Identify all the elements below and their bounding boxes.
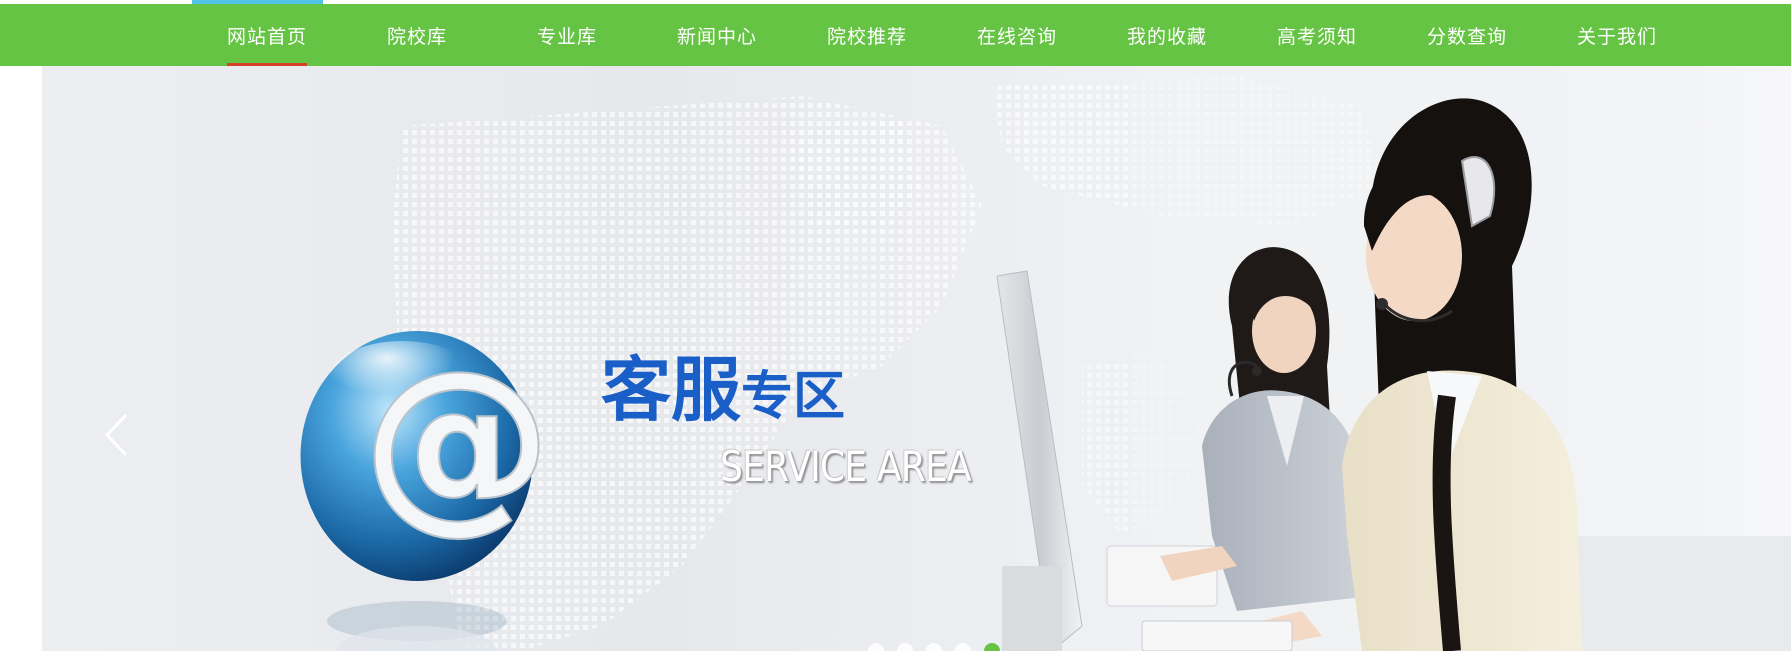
page: 网站首页 院校库 专业库 新闻中心 院校推荐 在线咨询 我的收藏 高考须知 分数…	[0, 0, 1791, 651]
nav-label: 高考须知	[1276, 25, 1357, 48]
banner-illustration: @	[300, 66, 1791, 651]
nav-item-home[interactable]: 网站首页	[192, 4, 342, 66]
nav-label: 院校库	[386, 25, 447, 48]
carousel-dot-active[interactable]	[984, 643, 1000, 651]
banner-title: 客服专区	[601, 334, 845, 435]
hero-banner-carousel[interactable]: @ 客服专区 SERVICE AREA	[42, 66, 1791, 651]
nav-item-consult[interactable]: 在线咨询	[942, 4, 1092, 66]
carousel-dot[interactable]	[926, 643, 942, 651]
nav-label: 我的收藏	[1126, 25, 1207, 48]
carousel-dot[interactable]	[868, 643, 884, 651]
at-symbol-glyph: @	[362, 330, 552, 551]
carousel-dot[interactable]	[897, 643, 913, 651]
carousel-dot[interactable]	[955, 643, 971, 651]
nav-item-score-query[interactable]: 分数查询	[1392, 4, 1542, 66]
nav-item-exam-notice[interactable]: 高考须知	[1242, 4, 1392, 66]
nav-item-majors[interactable]: 专业库	[492, 4, 642, 66]
nav-label: 在线咨询	[976, 25, 1057, 48]
nav-item-news[interactable]: 新闻中心	[642, 4, 792, 66]
nav-label: 分数查询	[1426, 25, 1507, 48]
main-navbar: 网站首页 院校库 专业库 新闻中心 院校推荐 在线咨询 我的收藏 高考须知 分数…	[0, 4, 1791, 66]
carousel-indicators	[868, 643, 1000, 651]
nav-label: 网站首页	[226, 25, 307, 48]
nav-label: 关于我们	[1576, 25, 1657, 48]
chevron-left-icon	[104, 413, 128, 457]
nav-item-favorites[interactable]: 我的收藏	[1092, 4, 1242, 66]
nav-label: 院校推荐	[826, 25, 907, 48]
banner-title-main: 客服	[601, 349, 741, 431]
banner-title-secondary: 专区	[741, 367, 846, 427]
nav-item-recommend[interactable]: 院校推荐	[792, 4, 942, 66]
nav-item-colleges[interactable]: 院校库	[342, 4, 492, 66]
nav-list: 网站首页 院校库 专业库 新闻中心 院校推荐 在线咨询 我的收藏 高考须知 分数…	[192, 4, 1692, 66]
nav-label: 专业库	[536, 25, 597, 48]
banner-subtitle: SERVICE AREA	[720, 442, 972, 491]
carousel-prev-button[interactable]	[102, 412, 132, 458]
nav-label: 新闻中心	[676, 25, 757, 48]
nav-item-about[interactable]: 关于我们	[1542, 4, 1692, 66]
